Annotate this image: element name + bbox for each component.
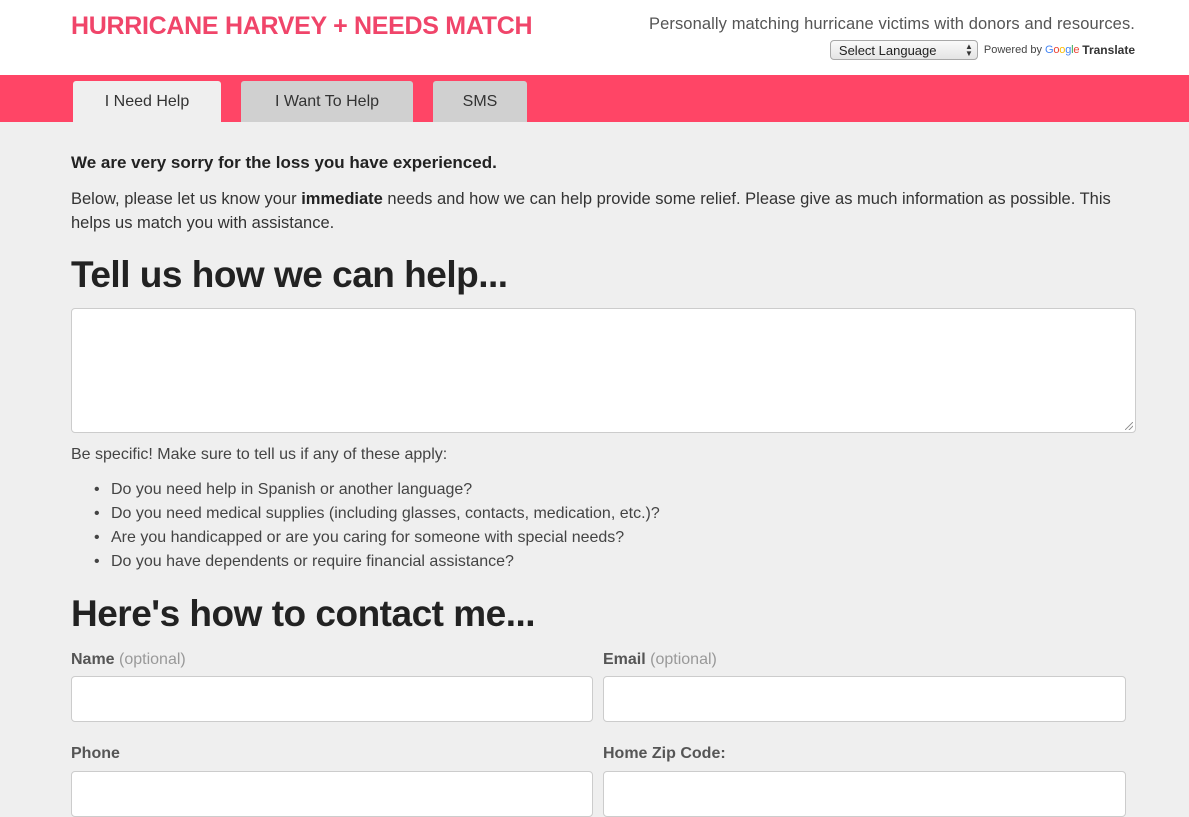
email-field[interactable] bbox=[603, 676, 1126, 722]
google-logo[interactable]: Google bbox=[1045, 44, 1079, 56]
tab-sms[interactable]: SMS bbox=[433, 81, 527, 122]
site-title[interactable]: HURRICANE HARVEY + NEEDS MATCH bbox=[71, 12, 533, 41]
name-label-text: Name bbox=[71, 651, 115, 668]
intro-paragraph: Below, please let us know your immediate… bbox=[71, 187, 1136, 235]
email-optional-hint: (optional) bbox=[650, 651, 717, 668]
specific-hint: Be specific! Make sure to tell us if any… bbox=[71, 446, 448, 463]
needs-checklist: Do you need help in Spanish or another l… bbox=[94, 478, 660, 574]
powered-by-google: Powered by Google Translate bbox=[984, 43, 1135, 57]
name-field[interactable] bbox=[71, 676, 593, 722]
site-tagline: Personally matching hurricane victims wi… bbox=[648, 15, 1135, 33]
resize-grip-icon[interactable] bbox=[1125, 422, 1133, 430]
tab-i-want-to-help[interactable]: I Want To Help bbox=[241, 81, 413, 122]
intro-emphasis: immediate bbox=[301, 190, 383, 208]
list-item: Do you need medical supplies (including … bbox=[94, 502, 660, 526]
sorry-message: We are very sorry for the loss you have … bbox=[71, 153, 497, 172]
google-translate-widget: Select Language ▲ ▼ Powered by Google Tra… bbox=[829, 40, 1135, 60]
phone-label: Phone bbox=[71, 745, 120, 762]
select-arrows-icon: ▲ ▼ bbox=[964, 42, 973, 58]
language-select-value: Select Language bbox=[838, 42, 937, 58]
powered-by-label: Powered by bbox=[983, 44, 1042, 56]
contact-heading: Here's how to contact me... bbox=[71, 593, 536, 634]
tab-bar: I Need Help I Want To Help SMS bbox=[0, 75, 1189, 122]
language-select[interactable]: Select Language ▲ ▼ bbox=[829, 40, 978, 60]
list-item: Do you need help in Spanish or another l… bbox=[94, 478, 660, 502]
site-header: HURRICANE HARVEY + NEEDS MATCH Personall… bbox=[0, 0, 1189, 75]
translate-label[interactable]: Translate bbox=[1082, 43, 1135, 57]
phone-field[interactable] bbox=[71, 771, 593, 817]
email-label-text: Email bbox=[603, 651, 646, 668]
email-label: Email (optional) bbox=[603, 651, 717, 669]
tab-i-need-help[interactable]: I Need Help bbox=[73, 81, 221, 122]
name-optional-hint: (optional) bbox=[119, 651, 186, 668]
intro-text-start: Below, please let us know your bbox=[71, 190, 302, 208]
zip-field[interactable] bbox=[603, 771, 1126, 817]
list-item: Are you handicapped or are you caring fo… bbox=[94, 526, 660, 550]
zip-label: Home Zip Code: bbox=[603, 745, 726, 762]
help-textarea[interactable] bbox=[71, 308, 1136, 433]
help-heading: Tell us how we can help... bbox=[71, 254, 508, 295]
name-label: Name (optional) bbox=[71, 651, 186, 669]
list-item: Do you have dependents or require financ… bbox=[94, 550, 660, 574]
